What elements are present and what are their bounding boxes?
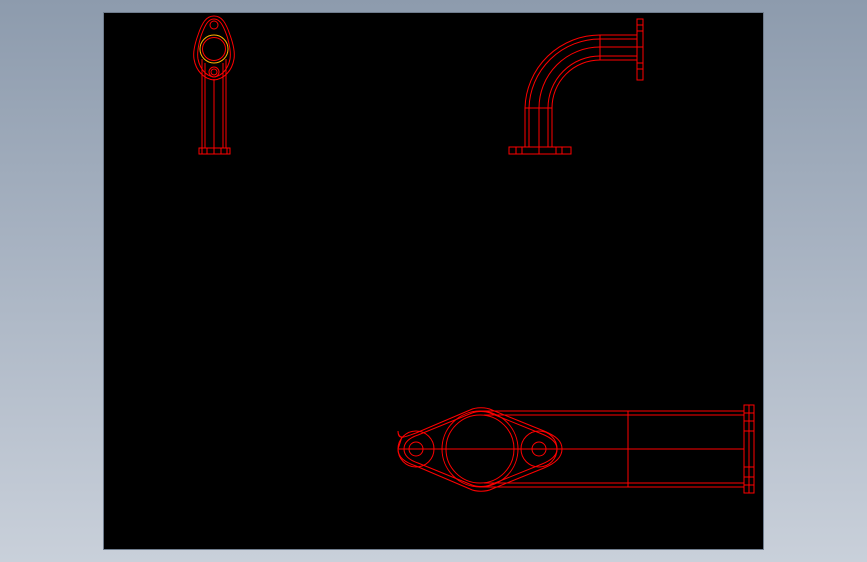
side-view [193,15,235,155]
elbow-outer-wall-inner [528,38,637,147]
elbow-outer-wall [524,34,637,147]
elbow-end-flange [636,18,644,81]
elbow-view [508,18,644,155]
elbow-inner-wall-inner [547,55,637,147]
side-view-bore [199,34,229,64]
cad-drawing-canvas [193,15,755,494]
side-view-bolt-hole-top [209,20,219,30]
cad-drawing-viewport[interactable] [104,13,763,549]
top-view [397,404,755,494]
side-view-bore-inner [202,37,226,61]
elbow-centerline [538,46,637,147]
elbow-inner-wall [551,59,637,147]
side-view-bolt-hole-bottom-inner [210,68,218,76]
